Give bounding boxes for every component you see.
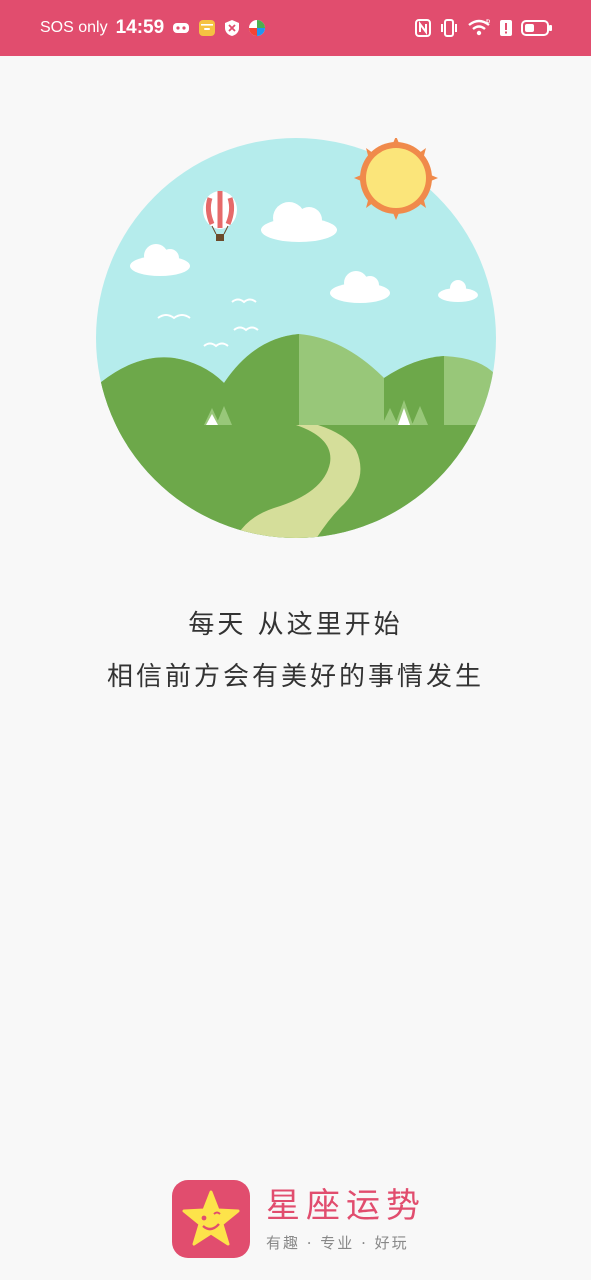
app-name: 星座运势 [266, 1185, 426, 1226]
motto-line-2: 相信前方会有美好的事情发生 [106, 662, 484, 692]
vibrate-icon [439, 19, 459, 37]
clock: 14:59 [115, 17, 165, 38]
carrier-label: SOS only [40, 19, 108, 36]
color-wheel-app-icon [248, 19, 266, 37]
notes-app-icon [198, 19, 216, 37]
wifi-icon: 6 [467, 19, 491, 37]
app-tagline: 有趣 · 专业 · 好玩 [266, 1233, 409, 1252]
brand-block: 星座运势 有趣 · 专业 · 好玩 [172, 1180, 426, 1258]
landscape-illustration [94, 136, 498, 542]
motto-line-1: 每天 从这里开始 [188, 610, 403, 640]
app-logo [172, 1180, 250, 1258]
alert-icon [499, 19, 513, 37]
game-controller-icon [172, 21, 190, 35]
status-bar: SOS only 14:59 6 [0, 0, 591, 56]
nfc-icon [415, 19, 431, 37]
splash-screen: 每天 从这里开始 相信前方会有美好的事情发生 星座运势 有趣 · 专业 · 好玩 [0, 56, 591, 1280]
battery-icon [521, 19, 553, 37]
star-smile-icon [182, 1190, 240, 1246]
shield-block-icon [224, 19, 240, 37]
svg-text:6: 6 [486, 19, 491, 25]
